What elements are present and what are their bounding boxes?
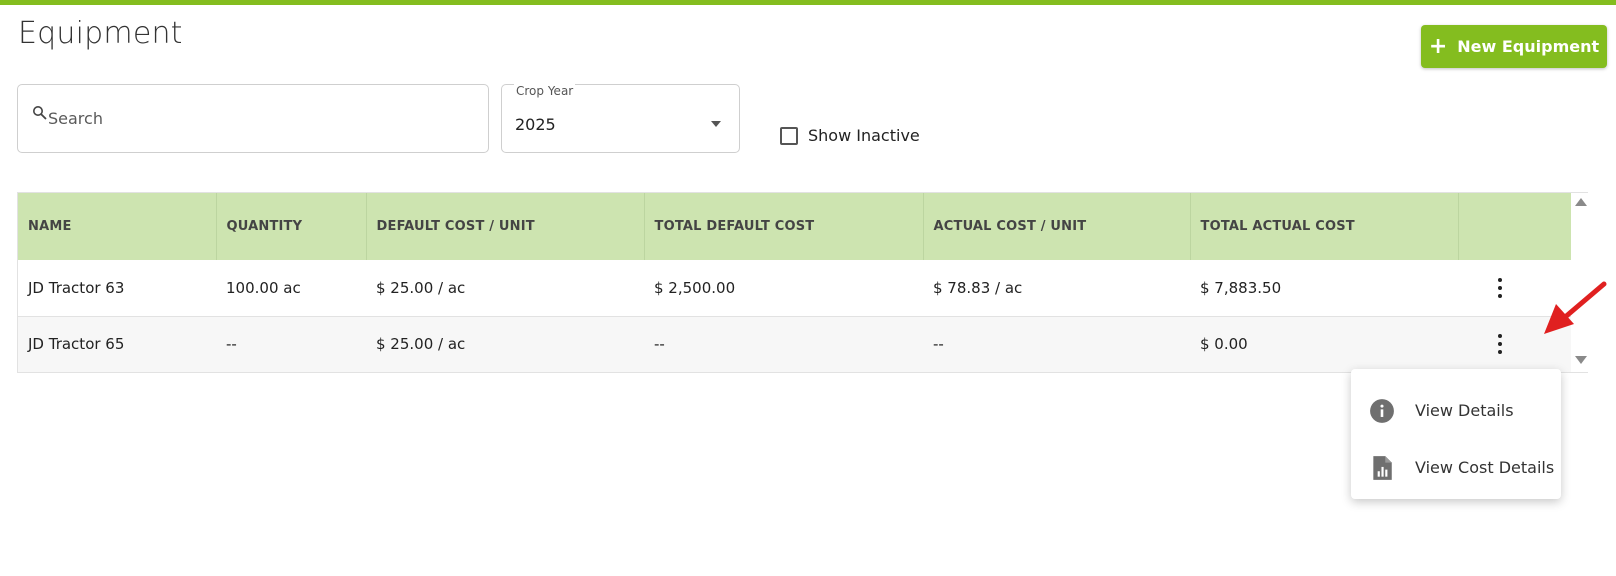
top-accent-bar — [0, 0, 1616, 5]
column-header-total-actual-cost[interactable]: TOTAL ACTUAL COST — [1190, 193, 1459, 260]
red-arrow-annotation-icon — [1544, 281, 1607, 334]
cell-quantity: 100.00 ac — [226, 278, 301, 297]
info-icon — [1370, 398, 1394, 423]
plus-icon: + — [1428, 33, 1448, 59]
table-row[interactable]: JD Tractor 65 -- $ 25.00 / ac -- -- $ 0.… — [18, 316, 1571, 372]
show-inactive-toggle[interactable]: Show Inactive — [780, 126, 920, 145]
show-inactive-checkbox[interactable] — [780, 126, 798, 145]
menu-item-view-details[interactable]: View Details — [1351, 382, 1561, 439]
search-box[interactable] — [17, 84, 489, 153]
cell-name: JD Tractor 63 — [28, 278, 125, 297]
page-title: Equipment — [18, 16, 183, 51]
cell-actual-cost-unit: $ 78.83 / ac — [933, 278, 1023, 297]
caret-down-icon — [711, 121, 721, 127]
search-icon — [33, 105, 47, 120]
menu-item-view-cost-details[interactable]: View Cost Details — [1351, 439, 1561, 496]
cell-total-default-cost: $ 2,500.00 — [654, 278, 736, 297]
new-equipment-button[interactable]: + New Equipment — [1421, 25, 1607, 68]
equipment-table: NAME QUANTITY DEFAULT COST / UNIT TOTAL … — [17, 192, 1588, 373]
search-input[interactable] — [48, 109, 468, 128]
column-header-actions — [1458, 193, 1571, 260]
row-actions-kebab-icon[interactable] — [1490, 273, 1510, 303]
column-header-quantity[interactable]: QUANTITY — [216, 193, 367, 260]
column-header-total-default-cost[interactable]: TOTAL DEFAULT COST — [644, 193, 924, 260]
crop-year-select[interactable]: Crop Year 2025 — [501, 84, 740, 153]
row-actions-menu: View Details View Cost Details — [1351, 369, 1561, 499]
cell-actual-cost-unit: -- — [933, 335, 944, 353]
cell-default-cost-unit: $ 25.00 / ac — [376, 278, 466, 297]
cell-total-actual-cost: $ 0.00 — [1200, 335, 1248, 353]
scroll-down-icon[interactable] — [1575, 356, 1587, 364]
table-header-row: NAME QUANTITY DEFAULT COST / UNIT TOTAL … — [18, 193, 1571, 260]
column-header-default-cost-unit[interactable]: DEFAULT COST / UNIT — [366, 193, 645, 260]
new-equipment-label: New Equipment — [1457, 37, 1600, 56]
row-actions-kebab-icon[interactable] — [1490, 329, 1510, 359]
cell-default-cost-unit: $ 25.00 / ac — [376, 335, 466, 353]
crop-year-label: Crop Year — [514, 84, 576, 98]
column-header-actual-cost-unit[interactable]: ACTUAL COST / UNIT — [923, 193, 1191, 260]
cell-name: JD Tractor 65 — [28, 335, 125, 353]
cell-total-actual-cost: $ 7,883.50 — [1200, 278, 1282, 297]
menu-item-label: View Cost Details — [1415, 458, 1555, 477]
show-inactive-label: Show Inactive — [808, 126, 920, 145]
cell-quantity: -- — [226, 335, 237, 353]
report-icon — [1373, 455, 1392, 480]
table-row[interactable]: JD Tractor 63 100.00 ac $ 25.00 / ac $ 2… — [18, 260, 1571, 316]
scroll-up-icon[interactable] — [1575, 198, 1587, 206]
cell-total-default-cost: -- — [654, 335, 665, 353]
column-header-name[interactable]: NAME — [18, 193, 217, 260]
menu-item-label: View Details — [1415, 401, 1514, 420]
crop-year-value: 2025 — [515, 115, 556, 134]
